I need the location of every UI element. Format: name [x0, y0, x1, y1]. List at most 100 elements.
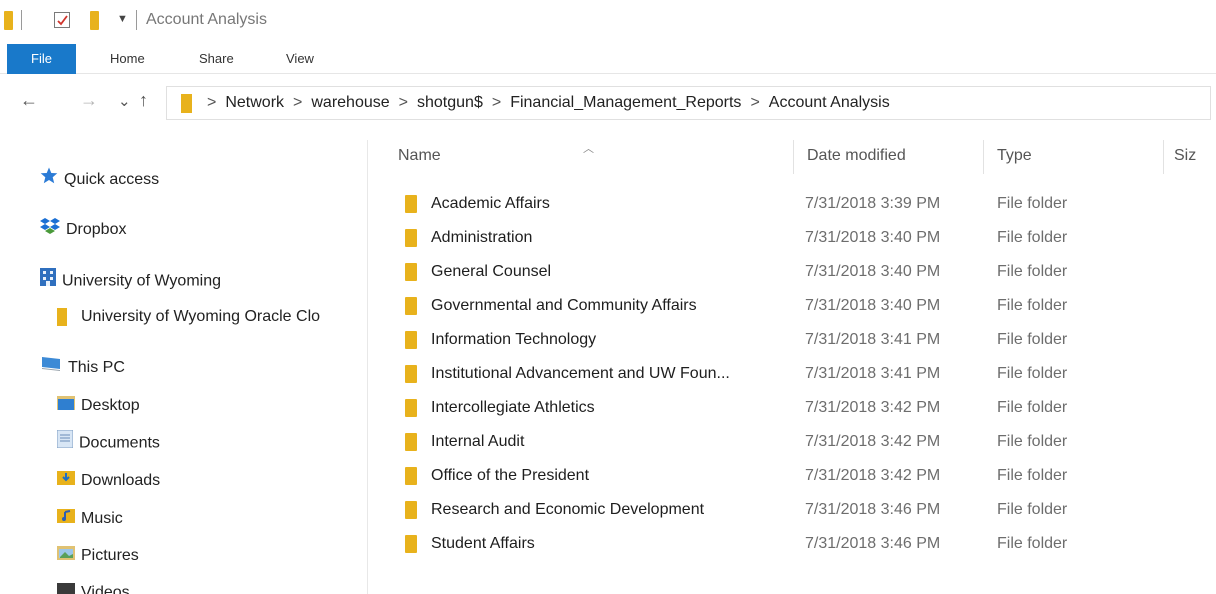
recent-locations-chevron-icon[interactable]: ⌄ [118, 92, 131, 110]
table-row[interactable]: Research and Economic Development 7/31/2… [378, 493, 1216, 527]
tab-view[interactable]: View [286, 44, 314, 74]
file-name: General Counsel [431, 263, 552, 280]
breadcrumb-financial-management-reports[interactable]: Financial_Management_Reports [510, 94, 741, 111]
file-type: File folder [997, 331, 1068, 348]
sidebar-item-label: University of Wyoming [62, 272, 222, 290]
breadcrumb-separator[interactable]: > [293, 94, 302, 111]
file-type: File folder [997, 467, 1068, 484]
downloads-folder-icon [57, 468, 75, 494]
folder-icon [405, 229, 417, 247]
file-name: Office of the President [431, 467, 590, 484]
pictures-folder-icon [57, 543, 75, 569]
file-name: Institutional Advancement and UW Foun... [431, 365, 730, 382]
address-bar-row: ← → ⌄ ↑ > Network > warehouse > shotgun$ > Fina… [0, 84, 1216, 122]
folder-icon [405, 331, 417, 349]
table-row[interactable]: Academic Affairs 7/31/2018 3:39 PM File … [378, 187, 1216, 221]
sidebar-item-label: Dropbox [66, 221, 127, 239]
table-row[interactable]: Intercollegiate Athletics 7/31/2018 3:42… [378, 391, 1216, 425]
sidebar-item-videos[interactable]: Videos [57, 580, 130, 594]
music-folder-icon [57, 506, 75, 532]
forward-arrow-icon[interactable]: → [80, 90, 98, 111]
file-date: 7/31/2018 3:40 PM [805, 229, 941, 246]
sidebar-item-label: Music [81, 510, 123, 528]
folder-icon [405, 399, 417, 417]
sidebar-item-this-pc[interactable]: This PC [40, 355, 125, 381]
file-name: Information Technology [431, 331, 597, 348]
star-icon [40, 167, 58, 193]
folder-icon [4, 11, 13, 30]
file-type: File folder [997, 263, 1068, 280]
table-row[interactable]: Administration 7/31/2018 3:40 PM File fo… [378, 221, 1216, 255]
tab-home[interactable]: Home [110, 44, 145, 74]
sidebar-item-university-of-wyoming[interactable]: University of Wyoming [40, 268, 221, 294]
column-divider[interactable] [983, 140, 984, 174]
file-date: 7/31/2018 3:42 PM [805, 399, 941, 416]
file-type: File folder [997, 297, 1068, 314]
table-row[interactable]: Institutional Advancement and UW Foun...… [378, 357, 1216, 391]
file-type: File folder [997, 229, 1068, 246]
sidebar-item-desktop[interactable]: Desktop [57, 393, 140, 419]
sidebar-item-pictures[interactable]: Pictures [57, 543, 139, 569]
ribbon-tabs: File Home Share View [0, 44, 1216, 74]
desktop-folder-icon [57, 393, 75, 419]
column-header-type[interactable]: Type [997, 147, 1032, 165]
file-date: 7/31/2018 3:42 PM [805, 467, 941, 484]
folder-icon [181, 94, 192, 113]
file-list: ︿ Name Date modified Type Siz Academic A… [378, 140, 1216, 594]
file-name: Student Affairs [431, 535, 535, 552]
computer-icon [40, 355, 62, 381]
breadcrumb-separator[interactable]: > [399, 94, 408, 111]
properties-checkbox-icon[interactable] [54, 12, 70, 28]
sidebar-item-university-of-wyoming-oracle[interactable]: University of Wyoming Oracle Clo [57, 304, 320, 330]
column-divider[interactable] [793, 140, 794, 174]
file-name: Academic Affairs [431, 195, 550, 212]
breadcrumb-separator[interactable]: > [207, 94, 216, 111]
sidebar-item-downloads[interactable]: Downloads [57, 468, 160, 494]
breadcrumb-separator[interactable]: > [750, 94, 759, 111]
videos-folder-icon [57, 580, 75, 594]
address-bar[interactable]: > Network > warehouse > shotgun$ > Financial_Ma… [166, 86, 1211, 120]
column-header-size[interactable]: Siz [1174, 147, 1196, 165]
file-date: 7/31/2018 3:41 PM [805, 365, 941, 382]
new-folder-icon[interactable] [90, 11, 99, 30]
sort-ascending-icon: ︿ [583, 143, 594, 155]
back-arrow-icon[interactable]: ← [20, 90, 38, 111]
table-row[interactable]: Governmental and Community Affairs 7/31/… [378, 289, 1216, 323]
table-row[interactable]: Information Technology 7/31/2018 3:41 PM… [378, 323, 1216, 357]
sidebar-item-dropbox[interactable]: Dropbox [40, 217, 126, 243]
file-name: Internal Audit [431, 433, 525, 450]
table-row[interactable]: Internal Audit 7/31/2018 3:42 PM File fo… [378, 425, 1216, 459]
folder-icon [405, 297, 417, 315]
table-row[interactable]: Office of the President 7/31/2018 3:42 P… [378, 459, 1216, 493]
dropbox-icon [40, 217, 60, 243]
building-icon [40, 268, 56, 295]
file-date: 7/31/2018 3:39 PM [805, 195, 941, 212]
column-header-name[interactable]: Name [398, 147, 441, 165]
sidebar-item-quick-access[interactable]: Quick access [40, 167, 159, 193]
file-date: 7/31/2018 3:40 PM [805, 263, 941, 280]
sidebar-item-music[interactable]: Music [57, 506, 123, 532]
folder-icon [57, 307, 67, 326]
sidebar-item-documents[interactable]: Documents [56, 429, 160, 456]
file-name: Administration [431, 229, 533, 246]
column-header-date-modified[interactable]: Date modified [807, 147, 906, 165]
up-arrow-icon[interactable]: ↑ [139, 90, 148, 111]
file-type: File folder [997, 535, 1068, 552]
table-row[interactable]: General Counsel 7/31/2018 3:40 PM File f… [378, 255, 1216, 289]
breadcrumb-warehouse[interactable]: warehouse [311, 94, 389, 111]
file-name: Governmental and Community Affairs [431, 297, 697, 314]
table-row[interactable]: Student Affairs 7/31/2018 3:46 PM File f… [378, 527, 1216, 561]
breadcrumb-network[interactable]: Network [225, 94, 284, 111]
tab-file[interactable]: File [7, 44, 76, 74]
file-type: File folder [997, 433, 1068, 450]
breadcrumb-account-analysis[interactable]: Account Analysis [769, 94, 890, 111]
sidebar-item-label: Videos [81, 584, 130, 594]
breadcrumb-shotgun[interactable]: shotgun$ [417, 94, 483, 111]
file-date: 7/31/2018 3:46 PM [805, 535, 941, 552]
folder-icon [405, 501, 417, 519]
breadcrumb-separator[interactable]: > [492, 94, 501, 111]
column-divider[interactable] [1163, 140, 1164, 174]
navigation-pane: Quick access Dropbox University of Wyomi… [0, 140, 368, 594]
tab-share[interactable]: Share [199, 44, 234, 74]
customize-quick-access-dropdown[interactable]: ▼ [117, 13, 128, 25]
